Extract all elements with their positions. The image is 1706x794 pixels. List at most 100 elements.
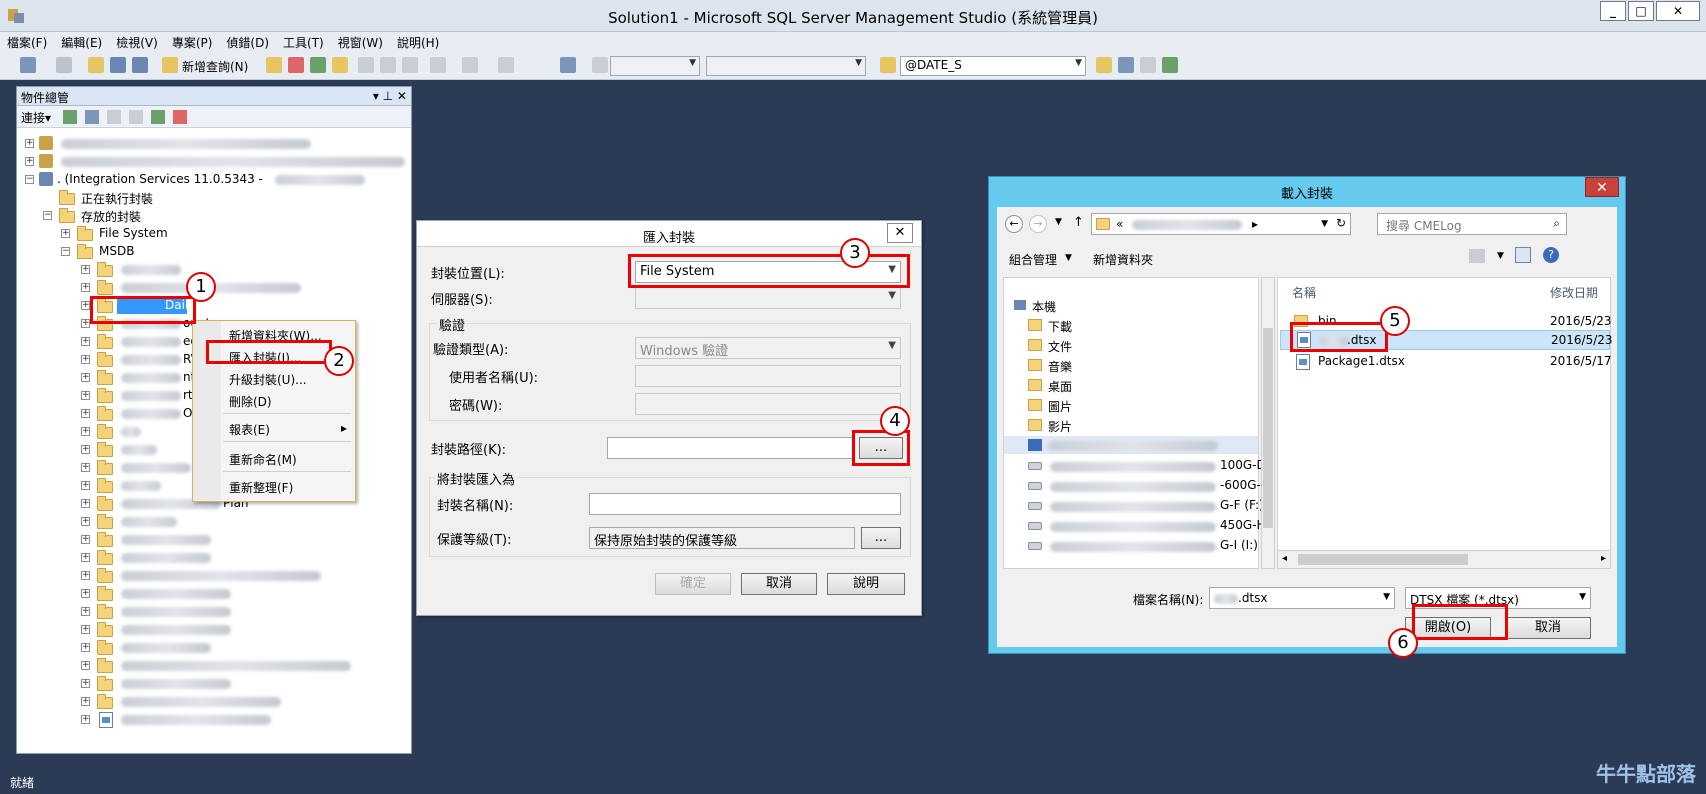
- username-field[interactable]: [635, 365, 901, 387]
- scroll-thumb[interactable]: [1298, 554, 1468, 565]
- new-project-icon[interactable]: [20, 57, 36, 73]
- properties-icon[interactable]: [1140, 57, 1156, 73]
- expand-icon[interactable]: +: [81, 301, 90, 310]
- column-header-name[interactable]: 名稱: [1292, 284, 1316, 301]
- password-field[interactable]: [635, 393, 901, 415]
- start-icon[interactable]: [592, 57, 608, 73]
- mdx-query-icon[interactable]: [288, 57, 304, 73]
- help-icon[interactable]: ?: [1543, 247, 1559, 263]
- tree-folder[interactable]: +: [81, 513, 381, 531]
- connect-button[interactable]: 連接: [21, 111, 45, 125]
- expand-icon[interactable]: +: [81, 589, 90, 598]
- tree-file-system[interactable]: + File System: [61, 225, 361, 243]
- expand-icon[interactable]: +: [81, 553, 90, 562]
- scroll-right-icon[interactable]: ▸: [1601, 553, 1606, 564]
- protection-level-field[interactable]: 保持原始封裝的保護等級: [589, 527, 855, 549]
- save-all-icon[interactable]: [132, 57, 148, 73]
- expand-icon[interactable]: +: [81, 661, 90, 670]
- menu-item-upgrade-package[interactable]: 升級封裝(U)...: [229, 371, 307, 388]
- tree-folder[interactable]: +: [81, 261, 381, 279]
- file-name-input[interactable]: .dtsx ▼: [1209, 587, 1395, 609]
- protection-level-button[interactable]: ...: [861, 527, 901, 549]
- collapse-icon[interactable]: −: [43, 211, 52, 220]
- panel-pin-controls[interactable]: ▾ ⊥ ✕: [373, 89, 407, 103]
- menu-project[interactable]: 專案(P): [165, 32, 220, 53]
- platform-combo[interactable]: ▼: [706, 56, 866, 76]
- nav-this-pc[interactable]: 本機: [1014, 298, 1056, 315]
- expand-icon[interactable]: +: [61, 229, 70, 238]
- refresh-icon[interactable]: [151, 110, 165, 124]
- nav-music[interactable]: 音樂: [1028, 358, 1072, 375]
- menu-debug[interactable]: 偵錯(D): [219, 32, 276, 53]
- chevron-down-icon[interactable]: ▼: [1383, 592, 1390, 602]
- chevron-down-icon[interactable]: ▼: [1497, 251, 1504, 261]
- maximize-button[interactable]: □: [1628, 1, 1654, 21]
- package-path-field[interactable]: [607, 437, 853, 459]
- cancel-button[interactable]: 取消: [741, 573, 817, 595]
- expand-icon[interactable]: +: [25, 157, 34, 166]
- expand-icon[interactable]: +: [81, 607, 90, 616]
- collapse-icon[interactable]: −: [61, 247, 70, 256]
- tree-folder[interactable]: +: [81, 621, 381, 639]
- paste-icon[interactable]: [402, 57, 418, 73]
- menu-window[interactable]: 視窗(W): [331, 32, 390, 53]
- expand-icon[interactable]: +: [81, 463, 90, 472]
- expand-icon[interactable]: +: [81, 571, 90, 580]
- package-name-field[interactable]: [589, 493, 901, 515]
- expand-icon[interactable]: +: [81, 391, 90, 400]
- tree-folder[interactable]: +: [81, 675, 381, 693]
- nav-desktop[interactable]: 桌面: [1028, 378, 1072, 395]
- tree-folder[interactable]: +: [81, 657, 401, 675]
- expand-icon[interactable]: +: [81, 337, 90, 346]
- navigate-icon[interactable]: [498, 57, 514, 73]
- tree-folder[interactable]: +: [81, 639, 381, 657]
- up-arrow-icon[interactable]: ↑: [1073, 215, 1084, 230]
- save-icon[interactable]: [110, 57, 126, 73]
- tree-stored-packages[interactable]: − 存放的封裝: [43, 207, 343, 225]
- expand-icon[interactable]: +: [81, 643, 90, 652]
- find-combo[interactable]: @DATE_S ▼: [900, 56, 1086, 76]
- column-header-date[interactable]: 修改日期: [1550, 284, 1598, 301]
- nav-scrollbar[interactable]: [1261, 277, 1275, 569]
- new-query-icon[interactable]: [162, 57, 178, 73]
- forward-arrow-icon[interactable]: →: [1029, 215, 1047, 233]
- expand-icon[interactable]: +: [81, 679, 90, 688]
- horizontal-scrollbar[interactable]: ◂ ▸: [1278, 550, 1610, 568]
- nav-network-drive-selected[interactable]: [1004, 436, 1258, 454]
- expand-icon[interactable]: +: [81, 355, 90, 364]
- expand-icon[interactable]: +: [81, 427, 90, 436]
- menu-help[interactable]: 說明(H): [390, 32, 446, 53]
- tree-msdb[interactable]: − MSDB: [61, 243, 361, 261]
- dialog-close-button[interactable]: ✕: [887, 223, 913, 243]
- object-explorer-icon[interactable]: [1118, 57, 1134, 73]
- expand-icon[interactable]: +: [81, 265, 90, 274]
- menu-tools[interactable]: 工具(T): [276, 32, 331, 53]
- report-icon[interactable]: [560, 57, 576, 73]
- chevron-down-icon[interactable]: ▼: [1579, 592, 1586, 602]
- connect-server-icon[interactable]: [63, 110, 77, 124]
- new-folder-button[interactable]: 新增資料夾: [1093, 251, 1153, 268]
- menu-item-reports[interactable]: 報表(E): [229, 421, 270, 438]
- close-window-button[interactable]: ✕: [1656, 1, 1700, 21]
- expand-icon[interactable]: +: [25, 139, 34, 148]
- search-box[interactable]: 搜尋 CMELog ⌕: [1377, 213, 1567, 235]
- registered-servers-icon[interactable]: [1096, 57, 1112, 73]
- address-bar[interactable]: « ▸ ▼ ↻: [1091, 213, 1351, 235]
- tree-folder[interactable]: +: [81, 585, 381, 603]
- minimize-button[interactable]: _: [1600, 1, 1626, 21]
- expand-icon[interactable]: +: [81, 319, 90, 328]
- help-button[interactable]: 說明: [827, 573, 905, 595]
- tree-server-1[interactable]: +: [25, 135, 405, 153]
- menu-view[interactable]: 檢視(V): [109, 32, 165, 53]
- chevron-down-icon[interactable]: ▼: [1321, 219, 1328, 229]
- tree-folder[interactable]: +: [81, 567, 381, 585]
- dmx-query-icon[interactable]: [310, 57, 326, 73]
- cancel-button[interactable]: 取消: [1505, 617, 1591, 639]
- chevron-down-icon[interactable]: ▾: [45, 111, 51, 125]
- tree-folder[interactable]: +: [81, 549, 381, 567]
- expand-icon[interactable]: +: [81, 625, 90, 634]
- tree-server-2[interactable]: +: [25, 153, 405, 171]
- scroll-thumb[interactable]: [1263, 328, 1273, 528]
- cut-icon[interactable]: [358, 57, 374, 73]
- preview-pane-icon[interactable]: [1515, 247, 1531, 263]
